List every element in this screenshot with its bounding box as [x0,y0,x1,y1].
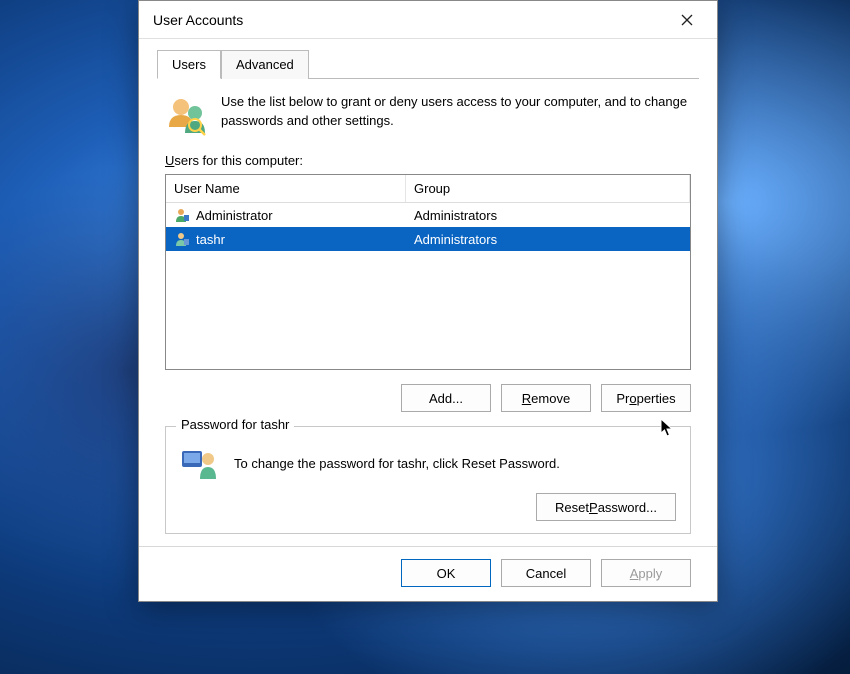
user-name: Administrator [196,208,273,223]
column-header-name[interactable]: User Name [166,175,406,202]
password-box-title: Password for tashr [176,417,294,432]
user-group: Administrators [406,232,690,247]
user-name: tashr [196,232,225,247]
user-accounts-dialog: User Accounts Users Advanced Use the lis… [138,0,718,602]
add-button[interactable]: Add... [401,384,491,412]
titlebar: User Accounts [139,1,717,39]
table-row[interactable]: Administrator Administrators [166,203,690,227]
user-group: Administrators [406,208,690,223]
users-listview[interactable]: User Name Group Administrator Administra… [165,174,691,370]
cancel-button[interactable]: Cancel [501,559,591,587]
column-header-group[interactable]: Group [406,175,690,202]
remove-button[interactable]: Remove [501,384,591,412]
password-groupbox: Password for tashr To change the passwor… [165,426,691,534]
users-list-label: Users for this computer: [165,153,691,168]
users-icon [165,93,209,137]
divider [139,546,717,547]
tab-users[interactable]: Users [157,50,221,79]
apply-button[interactable]: Apply [601,559,691,587]
listview-header: User Name Group [166,175,690,203]
close-icon [681,14,693,26]
user-admin-icon [174,207,190,223]
reset-password-button[interactable]: Reset Password... [536,493,676,521]
table-row[interactable]: tashr Administrators [166,227,690,251]
password-text: To change the password for tashr, click … [234,456,560,471]
tab-advanced[interactable]: Advanced [221,50,309,79]
properties-button[interactable]: Properties [601,384,691,412]
tabstrip: Users Advanced [157,49,699,79]
close-button[interactable] [665,5,709,35]
intro-text: Use the list below to grant or deny user… [221,93,691,131]
window-title: User Accounts [153,12,665,28]
user-icon [174,231,190,247]
ok-button[interactable]: OK [401,559,491,587]
password-user-icon [180,445,220,481]
